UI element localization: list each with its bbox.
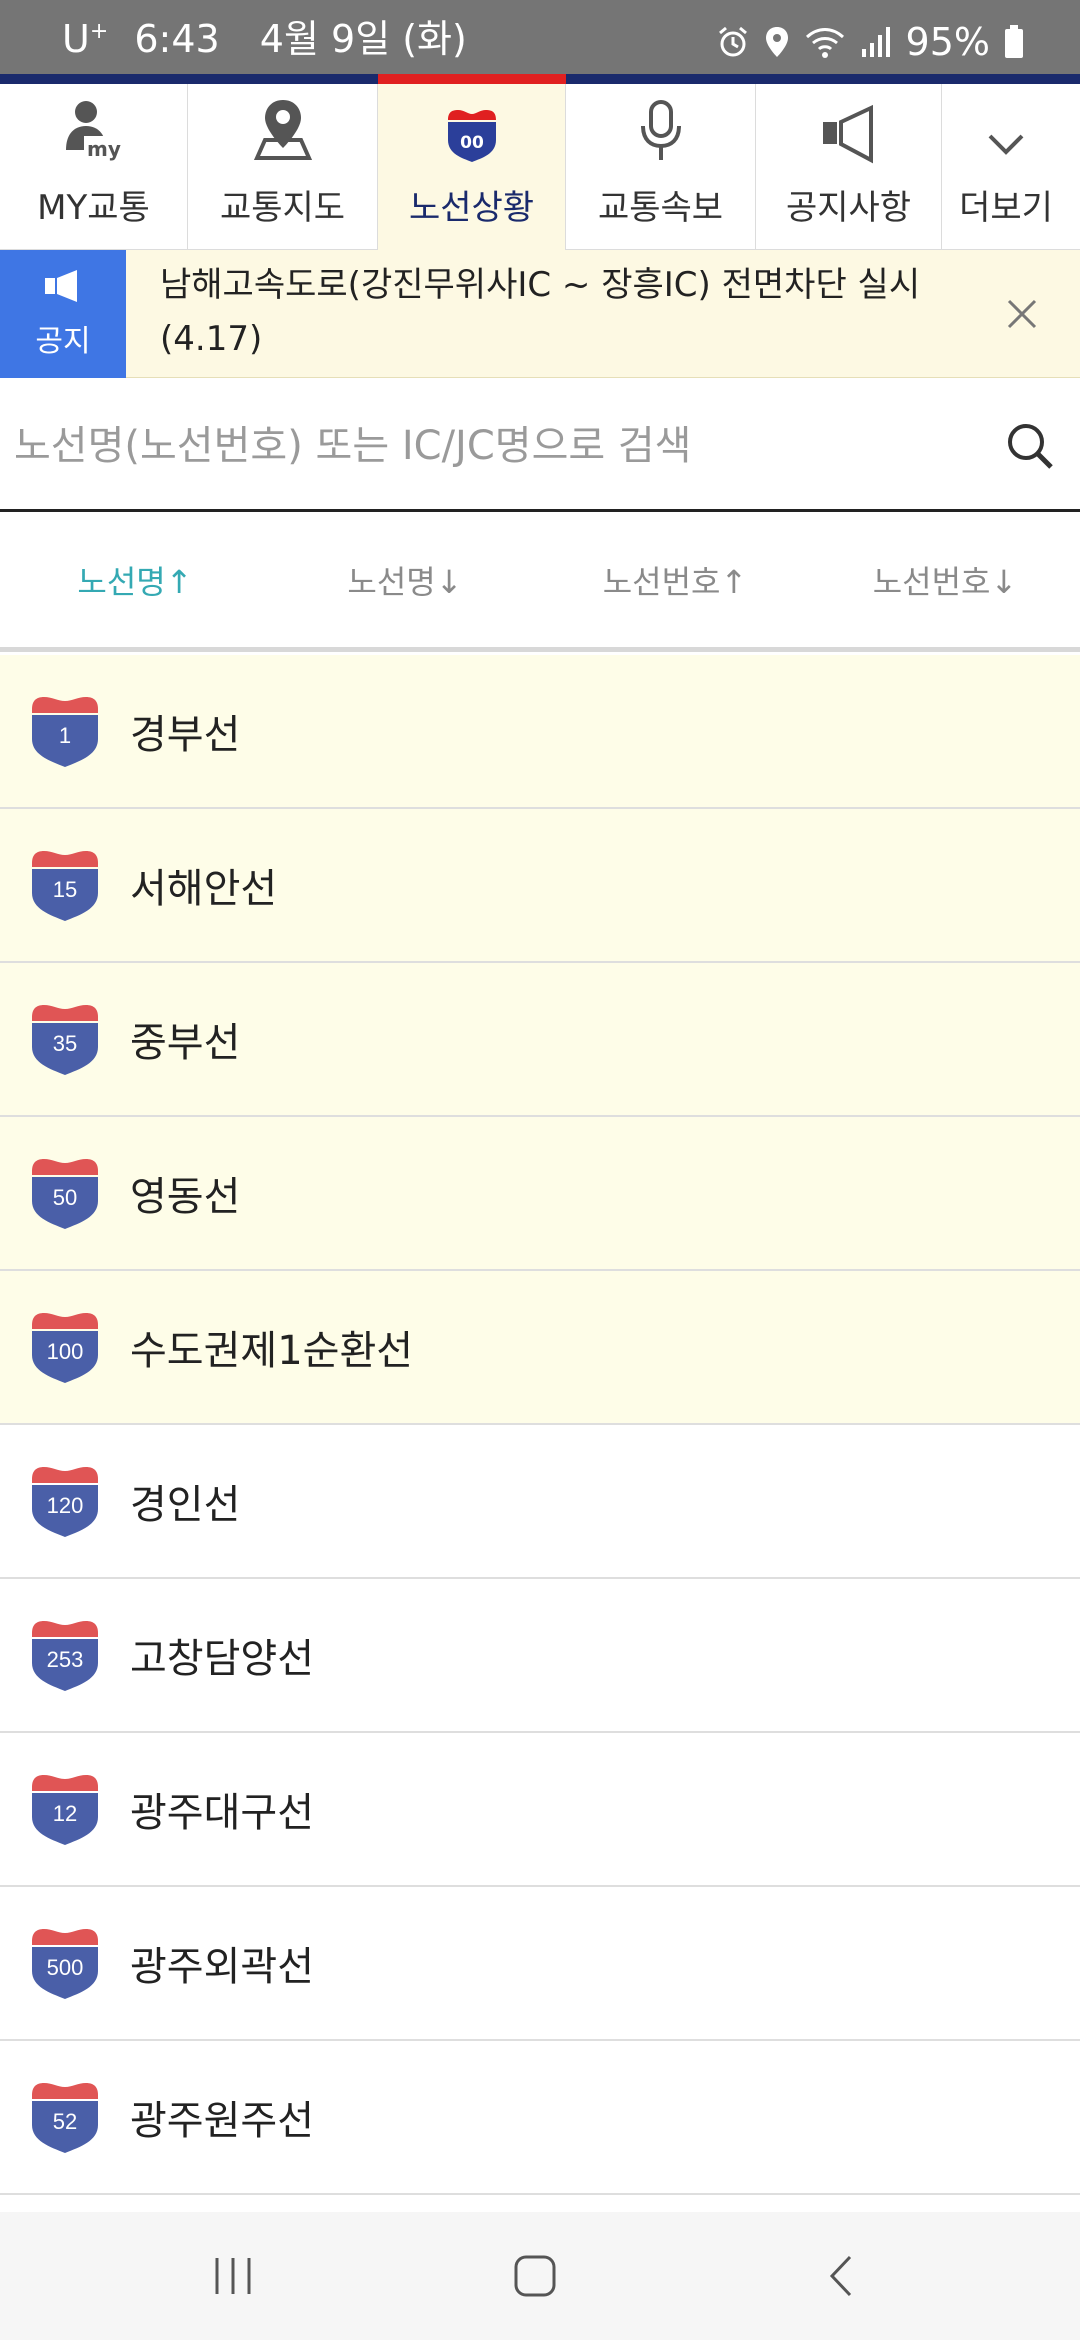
route-row[interactable]: 12 광주대구선 bbox=[0, 1733, 1080, 1887]
route-shield-icon: 120 bbox=[28, 1463, 102, 1539]
route-name: 광주대구선 bbox=[130, 1790, 314, 1836]
route-name: 서해안선 bbox=[130, 866, 278, 912]
route-number: 12 bbox=[52, 1801, 78, 1826]
route-shield-icon: 1 bbox=[28, 693, 102, 769]
route-row[interactable]: 253 고창담양선 bbox=[0, 1579, 1080, 1733]
route-row[interactable]: 500 광주외곽선 bbox=[0, 1887, 1080, 2041]
nav-label: 교통속보 bbox=[597, 188, 724, 228]
megaphone-icon bbox=[756, 84, 941, 170]
recent-apps-icon[interactable] bbox=[188, 2246, 278, 2306]
alarm-icon bbox=[716, 25, 750, 59]
chevron-down-icon bbox=[942, 84, 1070, 170]
status-time: 6:43 bbox=[134, 17, 220, 61]
nav-label: 더보기 bbox=[959, 188, 1053, 228]
route-number: 120 bbox=[46, 1493, 84, 1518]
nav-label: MY교통 bbox=[37, 188, 150, 228]
signal-icon bbox=[860, 25, 892, 59]
route-row[interactable]: 35 중부선 bbox=[0, 963, 1080, 1117]
route-number: 1 bbox=[58, 723, 72, 748]
route-shield-icon: 15 bbox=[28, 847, 102, 923]
route-shield-icon: 100 bbox=[28, 1309, 102, 1385]
notice-banner[interactable]: 공지 남해고속도로(강진무위사IC ~ 장흥IC) 전면차단 실시(4.17) bbox=[0, 250, 1080, 378]
route-row[interactable]: 1 경부선 bbox=[0, 655, 1080, 809]
wifi-icon bbox=[804, 25, 846, 59]
notice-badge: 공지 bbox=[0, 250, 126, 378]
route-shield-icon: 500 bbox=[28, 1925, 102, 2001]
route-shield-icon: 12 bbox=[28, 1771, 102, 1847]
speaker-icon bbox=[43, 268, 83, 308]
active-tab-indicator bbox=[378, 74, 566, 84]
route-number: 50 bbox=[52, 1185, 78, 1210]
nav-tab-route-status[interactable]: 00 노선상황 bbox=[378, 84, 566, 250]
search-input[interactable] bbox=[14, 406, 974, 486]
route-number: 100 bbox=[46, 1339, 84, 1364]
carrier-label: U+ bbox=[62, 17, 109, 61]
nav-tab-notices[interactable]: 공지사항 bbox=[756, 84, 942, 250]
route-shield-icon: 00 bbox=[378, 84, 565, 170]
route-number: 15 bbox=[52, 877, 78, 902]
route-row[interactable]: 50 영동선 bbox=[0, 1117, 1080, 1271]
location-icon bbox=[764, 25, 790, 59]
route-row[interactable]: 52 광주원주선 bbox=[0, 2041, 1080, 2195]
my-traffic-person-icon: my bbox=[0, 84, 187, 170]
route-name: 광주원주선 bbox=[130, 2098, 314, 2144]
sort-by-number-asc[interactable]: 노선번호↑ bbox=[540, 512, 810, 647]
system-nav-bar bbox=[0, 2212, 1080, 2340]
route-shield-icon: 253 bbox=[28, 1617, 102, 1693]
nav-tab-traffic-news[interactable]: 교통속보 bbox=[566, 84, 756, 250]
route-number: 500 bbox=[46, 1955, 84, 1980]
route-row[interactable]: 15 서해안선 bbox=[0, 809, 1080, 963]
route-shield-icon: 50 bbox=[28, 1155, 102, 1231]
svg-text:my: my bbox=[87, 137, 121, 161]
home-icon[interactable] bbox=[490, 2246, 580, 2306]
route-name: 광주외곽선 bbox=[130, 1944, 314, 1990]
route-number: 52 bbox=[52, 2109, 78, 2134]
route-name: 경부선 bbox=[130, 712, 241, 758]
route-shield-icon: 52 bbox=[28, 2079, 102, 2155]
status-bar: U+ 6:43 4월 9일 (화) 95% bbox=[0, 0, 1080, 74]
battery-icon bbox=[1004, 25, 1024, 59]
map-pin-icon bbox=[188, 84, 377, 170]
sort-by-name-desc[interactable]: 노선명↓ bbox=[270, 512, 540, 647]
route-shield-icon: 35 bbox=[28, 1001, 102, 1077]
sort-by-name-asc[interactable]: 노선명↑ bbox=[0, 512, 270, 647]
svg-text:00: 00 bbox=[460, 133, 484, 153]
route-name: 영동선 bbox=[130, 1174, 241, 1220]
nav-tab-my-traffic[interactable]: my MY교통 bbox=[0, 84, 188, 250]
search-bar bbox=[0, 380, 1080, 512]
route-name: 고창담양선 bbox=[130, 1636, 314, 1682]
close-icon[interactable] bbox=[992, 284, 1052, 344]
status-date: 4월 9일 (화) bbox=[259, 17, 467, 61]
nav-label: 노선상황 bbox=[408, 188, 535, 228]
nav-tab-traffic-map[interactable]: 교통지도 bbox=[188, 84, 378, 250]
sort-tabs: 노선명↑ 노선명↓ 노선번호↑ 노선번호↓ bbox=[0, 512, 1080, 652]
nav-strip bbox=[0, 74, 1080, 84]
back-icon[interactable] bbox=[796, 2246, 886, 2306]
nav-tab-more[interactable]: 더보기 bbox=[942, 84, 1070, 250]
notice-text[interactable]: 남해고속도로(강진무위사IC ~ 장흥IC) 전면차단 실시(4.17) bbox=[160, 258, 980, 366]
status-left: U+ 6:43 4월 9일 (화) bbox=[62, 20, 467, 58]
route-row[interactable]: 100 수도권제1순환선 bbox=[0, 1271, 1080, 1425]
nav-label: 교통지도 bbox=[219, 188, 346, 228]
route-number: 35 bbox=[52, 1031, 78, 1056]
route-name: 수도권제1순환선 bbox=[130, 1328, 414, 1374]
sort-by-number-desc[interactable]: 노선번호↓ bbox=[810, 512, 1080, 647]
status-right: 95% bbox=[716, 20, 1024, 64]
route-list: 1 경부선 15 서해안선 35 중부선 50 영동선 100 수도권제1순환선 120 경인선 253… bbox=[0, 655, 1080, 2195]
top-nav: my MY교통 교통지도 00 노선상황 교통속보 공지사항 더보기 bbox=[0, 84, 1080, 250]
battery-percent: 95% bbox=[905, 20, 990, 64]
nav-label: 공지사항 bbox=[785, 188, 912, 228]
route-name: 중부선 bbox=[130, 1020, 241, 1066]
route-row[interactable]: 120 경인선 bbox=[0, 1425, 1080, 1579]
search-icon[interactable] bbox=[994, 410, 1066, 482]
notice-badge-label: 공지 bbox=[35, 324, 91, 359]
route-number: 253 bbox=[46, 1647, 84, 1672]
route-name: 경인선 bbox=[130, 1482, 241, 1528]
microphone-icon bbox=[566, 84, 755, 170]
